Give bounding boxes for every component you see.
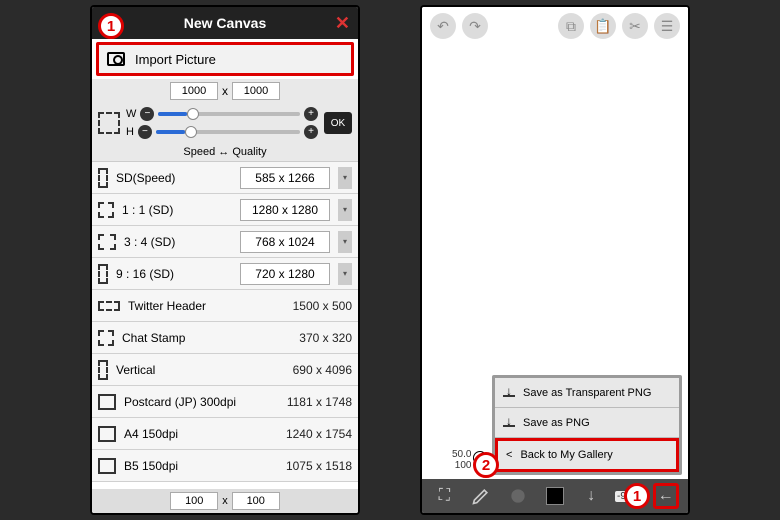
height-minus-button[interactable]: − — [138, 125, 152, 139]
redo-icon[interactable]: ↷ — [462, 13, 488, 39]
footer-height-input[interactable] — [232, 492, 280, 510]
eraser-tool-icon[interactable] — [505, 483, 531, 509]
preset-size-input[interactable] — [240, 263, 330, 285]
preset-b5[interactable]: B5 150dpi 1075 x 1518 — [92, 450, 358, 482]
preset-vertical[interactable]: Vertical 690 x 4096 — [92, 354, 358, 386]
callout-1b: 1 — [624, 483, 650, 509]
new-canvas-dialog: New Canvas ✕ 1 Import Picture x W − + H … — [90, 5, 360, 515]
callout-1: 1 — [98, 13, 124, 39]
width-input-top[interactable] — [170, 82, 218, 100]
brush-tool-icon[interactable] — [468, 483, 494, 509]
canvas-dimensions: x — [92, 79, 358, 103]
import-picture-button[interactable]: Import Picture — [96, 42, 354, 76]
ok-button[interactable]: OK — [324, 112, 352, 134]
width-minus-button[interactable]: − — [140, 107, 154, 121]
copy-icon[interactable]: ⧉ — [558, 13, 584, 39]
dialog-title: New Canvas — [184, 15, 266, 31]
paste-icon[interactable]: 📋 — [590, 13, 616, 39]
drawing-app: ↶ ↷ ⧉ 📋 ✂ ☰ 50.0 100 ↓ Save as Transpare… — [420, 5, 690, 515]
back-icon[interactable]: ← — [653, 483, 679, 509]
close-icon[interactable]: ✕ — [335, 13, 350, 34]
preset-sd-speed[interactable]: SD(Speed) ▾ — [92, 162, 358, 194]
callout-2: 2 — [473, 452, 499, 478]
height-slider[interactable] — [156, 130, 300, 134]
back-to-gallery-button[interactable]: < Back to My Gallery — [495, 438, 679, 472]
preset-size-input[interactable] — [240, 199, 330, 221]
layers-icon[interactable]: ☰ — [654, 13, 680, 39]
height-plus-button[interactable]: + — [304, 125, 318, 139]
preset-size-input[interactable] — [240, 231, 330, 253]
width-slider[interactable] — [158, 112, 300, 116]
preset-size-input[interactable] — [240, 167, 330, 189]
footer-dimensions: x — [92, 489, 358, 513]
chevron-down-icon[interactable]: ▾ — [338, 167, 352, 189]
preset-a4[interactable]: A4 150dpi 1240 x 1754 — [92, 418, 358, 450]
h-label: H — [126, 126, 134, 138]
chevron-down-icon[interactable]: ▾ — [338, 231, 352, 253]
chevron-down-icon[interactable]: ▾ — [338, 263, 352, 285]
download-tool-icon[interactable]: ↓ — [578, 483, 604, 509]
export-menu: ↓ Save as Transparent PNG ↓ Save as PNG … — [492, 375, 682, 475]
fullscreen-icon[interactable]: ⛶ — [431, 483, 457, 509]
dim-sep: x — [222, 84, 228, 98]
undo-icon[interactable]: ↶ — [430, 13, 456, 39]
preset-postcard[interactable]: Postcard (JP) 300dpi 1181 x 1748 — [92, 386, 358, 418]
chevron-left-icon: < — [506, 449, 512, 461]
speed-quality-label: Speed ↔ Quality — [92, 143, 358, 162]
preset-chat-stamp[interactable]: Chat Stamp 370 x 320 — [92, 322, 358, 354]
color-swatch[interactable] — [542, 483, 568, 509]
download-icon: ↓ — [503, 388, 515, 397]
import-label: Import Picture — [135, 52, 216, 67]
preset-9-16[interactable]: 9 : 16 (SD) ▾ — [92, 258, 358, 290]
preset-1-1[interactable]: 1 : 1 (SD) ▾ — [92, 194, 358, 226]
preset-3-4[interactable]: 3 : 4 (SD) ▾ — [92, 226, 358, 258]
width-plus-button[interactable]: + — [304, 107, 318, 121]
download-icon: ↓ — [503, 418, 515, 427]
save-png-button[interactable]: ↓ Save as PNG — [495, 408, 679, 438]
footer-width-input[interactable] — [170, 492, 218, 510]
dim-sep: x — [222, 495, 228, 507]
chevron-down-icon[interactable]: ▾ — [338, 199, 352, 221]
height-input-top[interactable] — [232, 82, 280, 100]
brush-opacity-label: 100 — [455, 460, 472, 471]
camera-icon — [107, 52, 125, 66]
save-transparent-png-button[interactable]: ↓ Save as Transparent PNG — [495, 378, 679, 408]
size-sliders: W − + H − + OK — [92, 103, 358, 143]
w-label: W — [126, 108, 136, 120]
preset-twitter-header[interactable]: Twitter Header 1500 x 500 — [92, 290, 358, 322]
transform-icon[interactable]: ✂ — [622, 13, 648, 39]
top-toolbar: ↶ ↷ ⧉ 📋 ✂ ☰ — [422, 7, 688, 45]
dialog-header: New Canvas ✕ — [92, 7, 358, 39]
aspect-lock-icon[interactable] — [98, 112, 120, 134]
brush-size-label: 50.0 — [452, 449, 471, 460]
